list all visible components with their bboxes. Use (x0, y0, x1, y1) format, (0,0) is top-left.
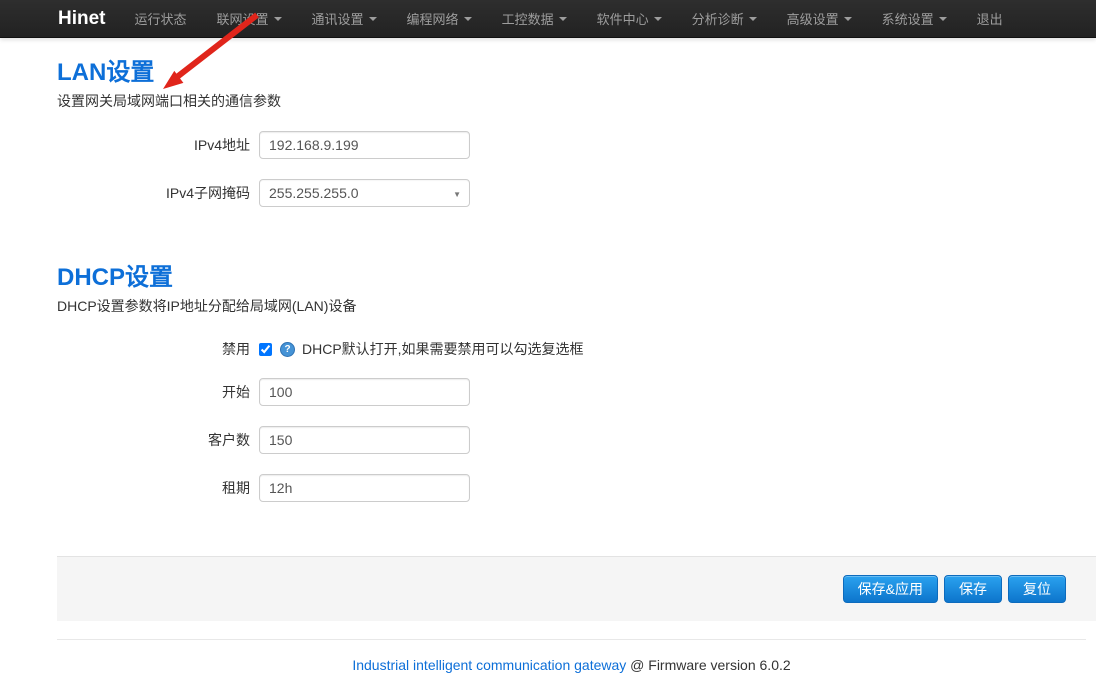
brand-logo[interactable]: Hinet (58, 8, 106, 30)
ipv4-netmask-selected-value: 255.255.255.0 (269, 185, 359, 201)
ipv4-netmask-select[interactable]: 255.255.255.0 ▼ (259, 179, 470, 207)
nav-item-label: 联网设置 (217, 9, 269, 28)
footer: Industrial intelligent communication gat… (57, 640, 1086, 673)
dhcp-lease-input[interactable] (259, 474, 470, 502)
dhcp-start-label: 开始 (57, 382, 250, 402)
nav-item-label: 运行状态 (135, 9, 187, 28)
footer-firmware-text: @ Firmware version 6.0.2 (626, 657, 790, 673)
chevron-down-icon (369, 17, 377, 21)
chevron-down-icon (464, 17, 472, 21)
dhcp-section-subtitle: DHCP设置参数将IP地址分配给局域网(LAN)设备 (57, 299, 1096, 314)
nav-item-industrial-data[interactable]: 工控数据 (487, 0, 582, 38)
save-button[interactable]: 保存 (944, 575, 1002, 603)
form-row-ipv4-netmask: IPv4子网掩码 255.255.255.0 ▼ (57, 179, 1096, 207)
chevron-down-icon (274, 17, 282, 21)
footer-gateway-link[interactable]: Industrial intelligent communication gat… (352, 657, 626, 673)
nav-item-programming-network[interactable]: 编程网络 (392, 0, 487, 38)
form-row-dhcp-disable: 禁用 ? DHCP默认打开,如果需要禁用可以勾选复选框 (57, 340, 1096, 358)
dhcp-disable-help-text: DHCP默认打开,如果需要禁用可以勾选复选框 (302, 339, 584, 359)
form-row-dhcp-clients: 客户数 (57, 426, 1096, 454)
nav-item-running-status[interactable]: 运行状态 (120, 0, 202, 38)
nav-item-logout[interactable]: 退出 (962, 0, 1018, 38)
dhcp-start-input[interactable] (259, 378, 470, 406)
top-navbar: Hinet 运行状态 联网设置 通讯设置 编程网络 工控数据 软件中心 分析诊断… (0, 0, 1096, 38)
ipv4-address-label: IPv4地址 (57, 135, 250, 155)
dhcp-lease-label: 租期 (57, 478, 250, 498)
form-row-ipv4-address: IPv4地址 (57, 131, 1096, 159)
nav-item-advanced-settings[interactable]: 高级设置 (772, 0, 867, 38)
ipv4-address-input[interactable] (259, 131, 470, 159)
nav-item-label: 退出 (977, 9, 1003, 28)
dhcp-clients-input[interactable] (259, 426, 470, 454)
form-row-dhcp-lease: 租期 (57, 474, 1096, 502)
chevron-down-icon (654, 17, 662, 21)
nav-item-label: 软件中心 (597, 9, 649, 28)
ipv4-netmask-label: IPv4子网掩码 (57, 183, 250, 203)
nav-item-label: 分析诊断 (692, 9, 744, 28)
chevron-down-icon (844, 17, 852, 21)
nav-item-label: 高级设置 (787, 9, 839, 28)
lan-section-title: LAN设置 (57, 60, 1096, 86)
save-apply-button[interactable]: 保存&应用 (843, 575, 938, 603)
dhcp-disable-checkbox[interactable] (259, 343, 272, 356)
nav-item-label: 系统设置 (882, 9, 934, 28)
nav-item-label: 工控数据 (502, 9, 554, 28)
action-bar: 保存&应用 保存 复位 (57, 556, 1096, 621)
reset-button[interactable]: 复位 (1008, 575, 1066, 603)
lan-section-subtitle: 设置网关局域网端口相关的通信参数 (57, 94, 1096, 109)
dhcp-section-title: DHCP设置 (57, 265, 1096, 291)
dhcp-clients-label: 客户数 (57, 430, 250, 450)
select-dropdown-icon: ▼ (453, 190, 461, 199)
nav-item-system-settings[interactable]: 系统设置 (867, 0, 962, 38)
chevron-down-icon (939, 17, 947, 21)
chevron-down-icon (559, 17, 567, 21)
dhcp-disable-label: 禁用 (57, 339, 250, 359)
nav-item-software-center[interactable]: 软件中心 (582, 0, 677, 38)
chevron-down-icon (749, 17, 757, 21)
nav-item-analysis-diagnosis[interactable]: 分析诊断 (677, 0, 772, 38)
help-question-icon: ? (280, 342, 295, 357)
nav-item-label: 通讯设置 (312, 9, 364, 28)
nav-item-communication-settings[interactable]: 通讯设置 (297, 0, 392, 38)
nav-item-label: 编程网络 (407, 9, 459, 28)
nav-item-network-settings[interactable]: 联网设置 (202, 0, 297, 38)
form-row-dhcp-start: 开始 (57, 378, 1096, 406)
